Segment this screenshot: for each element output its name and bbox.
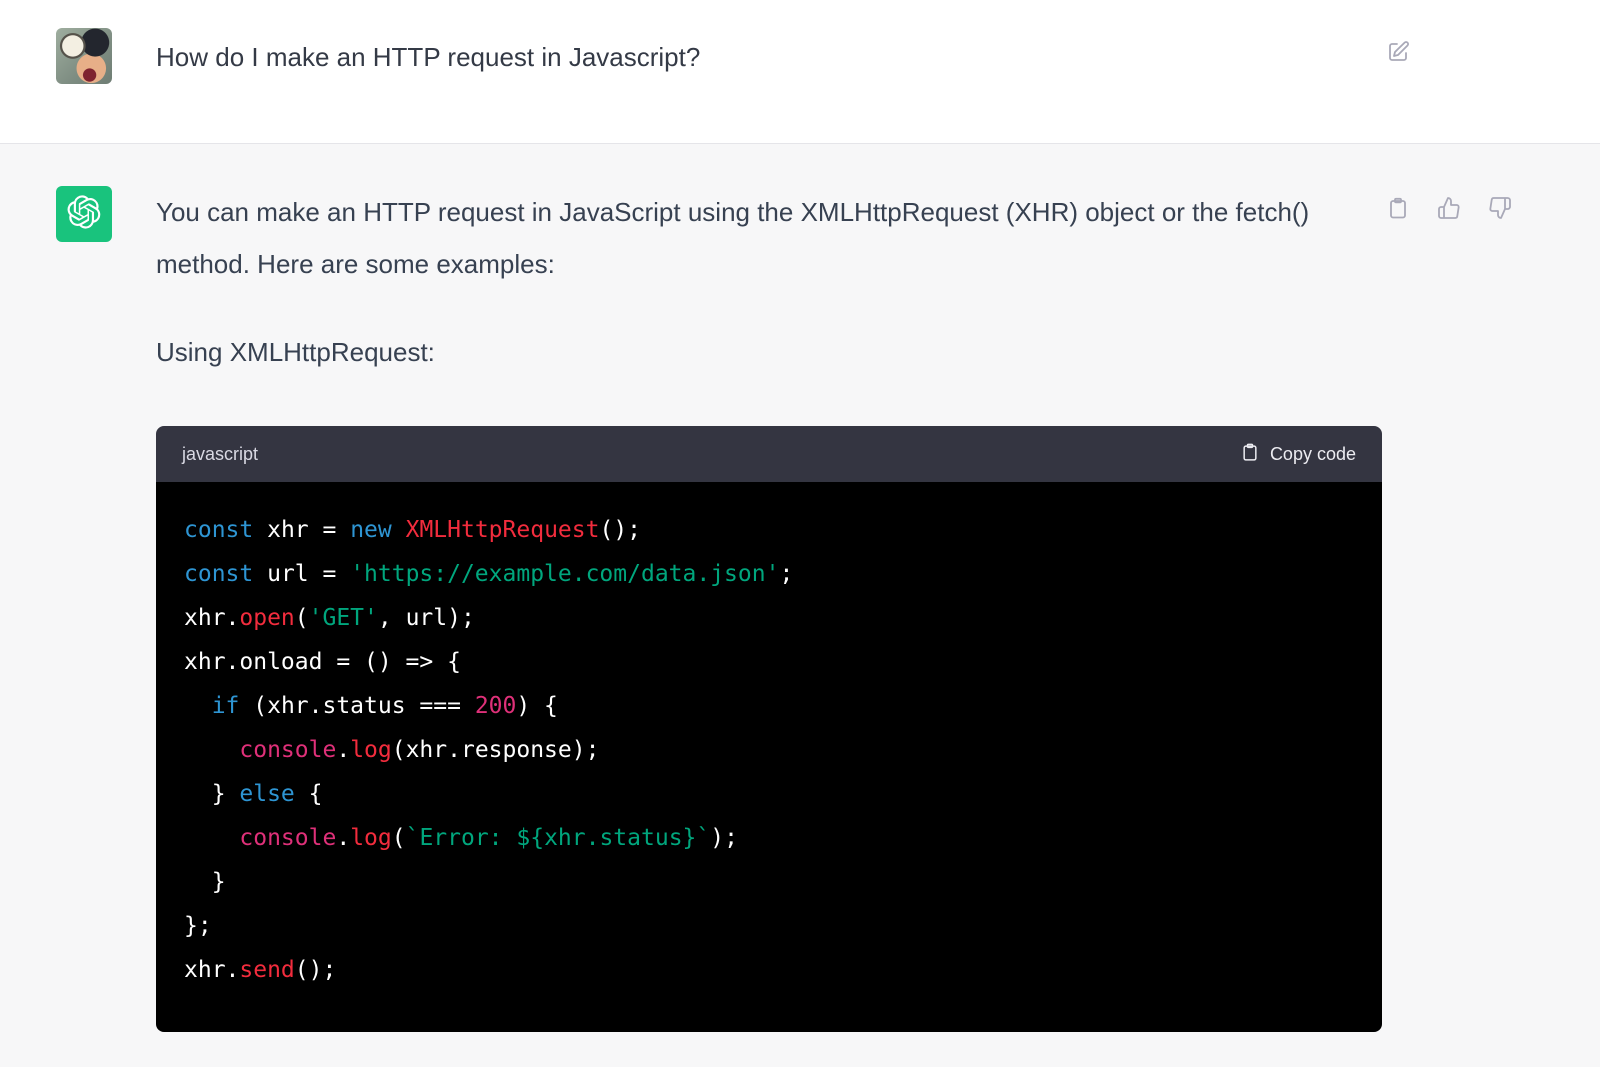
code-line: }	[184, 860, 1354, 904]
clipboard-icon	[1240, 442, 1260, 466]
user-avatar	[56, 28, 112, 84]
assistant-subheading: Using XMLHttpRequest:	[156, 326, 1382, 378]
code-line: };	[184, 904, 1354, 948]
code-language-label: javascript	[182, 444, 258, 465]
code-line: console.log(`Error: ${xhr.status}`);	[184, 816, 1354, 860]
copy-code-label: Copy code	[1270, 444, 1356, 464]
code-block: javascript Copy code const xhr = new XML…	[156, 426, 1382, 1032]
assistant-message-actions	[1386, 196, 1512, 220]
copy-response-button[interactable]	[1386, 196, 1410, 220]
code-line: if (xhr.status === 200) {	[184, 684, 1354, 728]
edit-message-button[interactable]	[1386, 40, 1410, 64]
user-message-row: How do I make an HTTP request in Javascr…	[0, 0, 1600, 144]
assistant-message-row: You can make an HTTP request in JavaScri…	[0, 144, 1600, 1032]
code-line: xhr.onload = () => {	[184, 640, 1354, 684]
edit-pencil-square-icon	[1386, 52, 1410, 67]
copy-clipboard-icon	[1386, 208, 1410, 223]
openai-logo-icon	[67, 195, 101, 234]
thumbs-up-icon	[1437, 208, 1461, 223]
thumbs-down-button[interactable]	[1488, 196, 1512, 220]
code-line: const xhr = new XMLHttpRequest();	[184, 508, 1354, 552]
code-line: } else {	[184, 772, 1354, 816]
user-message-text: How do I make an HTTP request in Javascr…	[156, 40, 1360, 74]
code-line: xhr.open('GET', url);	[184, 596, 1354, 640]
code-line: xhr.send();	[184, 948, 1354, 992]
code-line: const url = 'https://example.com/data.js…	[184, 552, 1354, 596]
chatgpt-avatar	[56, 186, 112, 242]
code-content: const xhr = new XMLHttpRequest();const u…	[156, 482, 1382, 1032]
assistant-paragraph: You can make an HTTP request in JavaScri…	[156, 186, 1328, 290]
thumbs-up-button[interactable]	[1437, 196, 1461, 220]
code-line: console.log(xhr.response);	[184, 728, 1354, 772]
thumbs-down-icon	[1488, 208, 1512, 223]
code-block-header: javascript Copy code	[156, 426, 1382, 482]
copy-code-button[interactable]: Copy code	[1240, 442, 1356, 466]
